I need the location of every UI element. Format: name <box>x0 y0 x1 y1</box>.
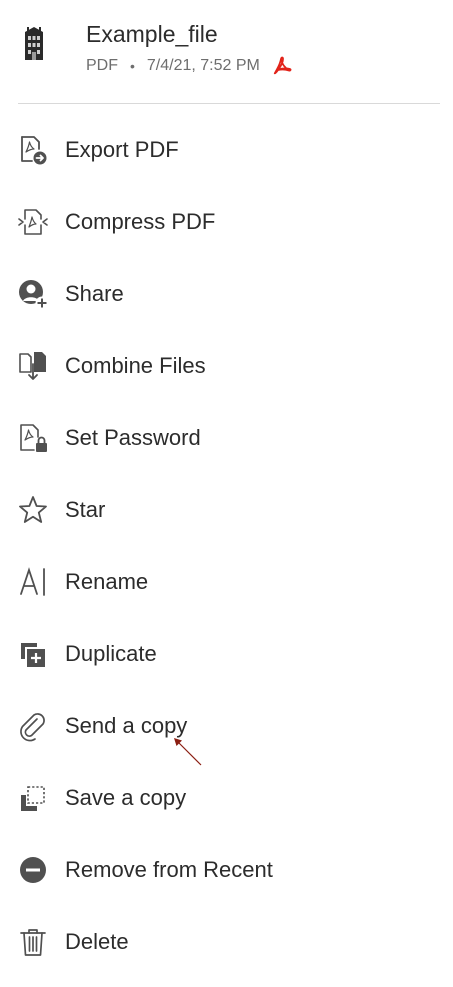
combine-files-icon <box>17 350 49 382</box>
duplicate-item[interactable]: Duplicate <box>0 617 453 689</box>
save-copy-icon <box>17 782 49 814</box>
file-header: Example_file PDF • 7/4/21, 7:52 PM <box>0 0 453 104</box>
save-a-copy-item[interactable]: Save a copy <box>0 761 453 833</box>
compress-pdf-icon <box>17 206 49 238</box>
export-pdf-label: Export PDF <box>65 137 179 162</box>
building-thumbnail-icon <box>25 27 43 60</box>
delete-item[interactable]: Delete <box>0 905 453 977</box>
file-type: PDF <box>86 57 118 74</box>
compress-pdf-item[interactable]: Compress PDF <box>0 185 453 257</box>
delete-label: Delete <box>65 929 129 954</box>
save-a-copy-label: Save a copy <box>65 785 187 810</box>
annotation-arrow-icon <box>174 738 202 766</box>
header-divider <box>18 103 440 104</box>
paperclip-icon <box>17 710 49 742</box>
remove-from-recent-item[interactable]: Remove from Recent <box>0 833 453 905</box>
combine-files-label: Combine Files <box>65 353 206 378</box>
file-name: Example_file <box>86 21 218 47</box>
export-pdf-icon <box>17 134 49 166</box>
file-actions-menu: Export PDF Compress PDF Share Combine Fi… <box>0 113 453 977</box>
duplicate-icon <box>17 638 49 670</box>
rename-text-cursor-icon <box>17 566 49 598</box>
compress-pdf-label: Compress PDF <box>65 209 216 234</box>
lock-pdf-icon <box>17 422 49 454</box>
duplicate-label: Duplicate <box>65 641 157 666</box>
remove-from-recent-label: Remove from Recent <box>65 857 273 882</box>
file-date: 7/4/21, 7:52 PM <box>146 57 260 74</box>
combine-files-item[interactable]: Combine Files <box>0 329 453 401</box>
meta-separator: • <box>130 58 135 74</box>
rename-label: Rename <box>65 569 149 594</box>
star-label: Star <box>65 497 106 522</box>
export-pdf-item[interactable]: Export PDF <box>0 113 453 185</box>
share-label: Share <box>65 281 124 306</box>
set-password-label: Set Password <box>65 425 201 450</box>
star-item[interactable]: Star <box>0 473 453 545</box>
trash-icon <box>17 926 49 958</box>
share-person-add-icon <box>17 278 49 310</box>
star-icon <box>17 494 49 526</box>
remove-circle-icon <box>17 854 49 886</box>
set-password-item[interactable]: Set Password <box>0 401 453 473</box>
share-item[interactable]: Share <box>0 257 453 329</box>
send-a-copy-item[interactable]: Send a copy <box>0 689 453 761</box>
acrobat-pdf-icon <box>273 56 292 75</box>
file-meta: PDF • 7/4/21, 7:52 PM <box>86 55 292 77</box>
rename-item[interactable]: Rename <box>0 545 453 617</box>
